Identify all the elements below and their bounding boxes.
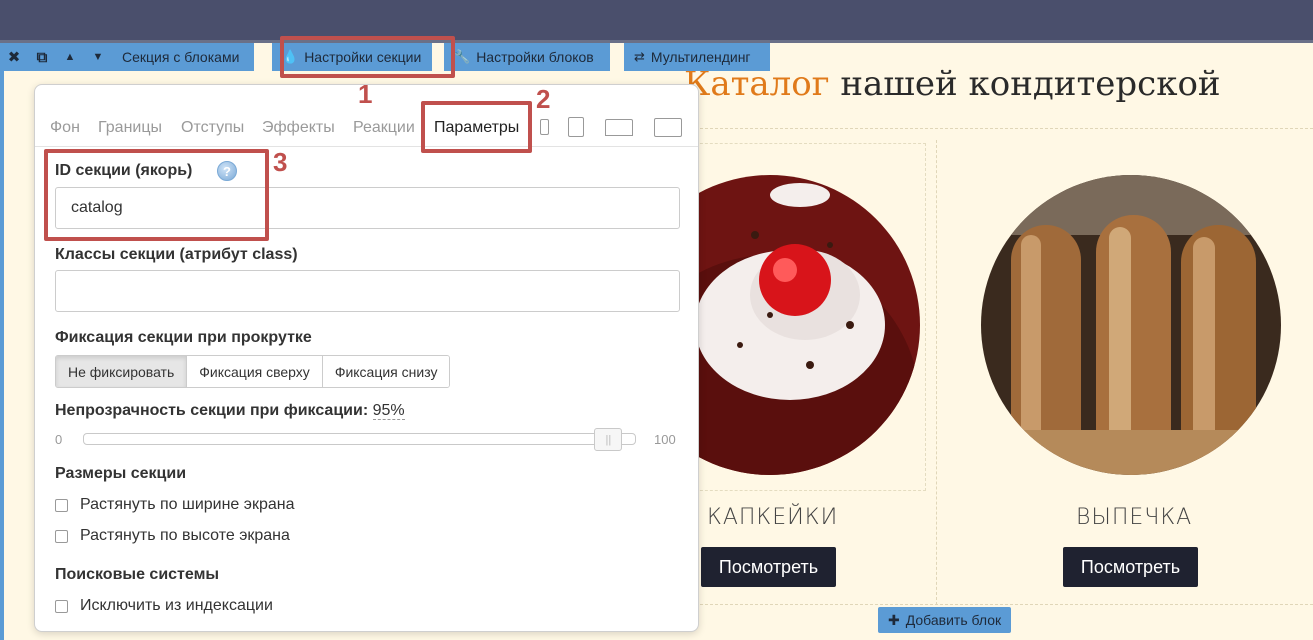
section-bottom-guide	[700, 604, 1313, 605]
bread-image	[981, 175, 1281, 475]
tablet-icon[interactable]	[568, 117, 584, 137]
move-down-icon[interactable]: ▼	[84, 43, 112, 71]
fixation-bottom-option[interactable]: Фиксация снизу	[322, 356, 450, 387]
section-classes-label: Классы секции (атрибут class)	[55, 246, 298, 263]
section-classes-input[interactable]	[55, 270, 680, 312]
toolbar-gap	[254, 43, 272, 71]
opacity-label: Непрозрачность секции при фиксации: 95%	[55, 402, 405, 420]
section-guide-line	[700, 128, 1313, 129]
exclude-index-label: Исключить из индексации	[80, 597, 273, 614]
search-engines-label: Поисковые системы	[55, 566, 220, 583]
multilanding-label: Мультилендинг	[650, 49, 751, 65]
blocks-settings-button[interactable]: 🔧 Настройки блоков	[444, 43, 610, 71]
annotation-number-1: 1	[358, 79, 373, 109]
plus-icon: ✚	[888, 611, 900, 628]
opacity-slider-track[interactable]	[83, 433, 636, 445]
tab-margins[interactable]: Отступы	[181, 119, 244, 137]
section-label-button[interactable]: Секция с блоками	[112, 43, 254, 71]
fixation-top-option[interactable]: Фиксация сверху	[187, 356, 323, 387]
view-pastry-button[interactable]: Посмотреть	[1063, 547, 1198, 587]
fixation-none-option[interactable]: Не фиксировать	[56, 356, 188, 387]
shuffle-icon: ⇄	[634, 49, 645, 64]
sizes-label: Размеры секции	[55, 465, 187, 482]
tab-background[interactable]: Фон	[50, 119, 80, 137]
wrench-icon: 🔧	[454, 49, 471, 64]
exclude-index-row[interactable]: Исключить из индексации	[55, 597, 273, 615]
phone-icon[interactable]	[540, 119, 549, 135]
tab-effects[interactable]: Эффекты	[262, 119, 335, 137]
highlight-section-id	[44, 149, 269, 241]
opacity-value: 95%	[372, 402, 405, 420]
opacity-label-text: Непрозрачность секции при фиксации:	[55, 402, 369, 419]
desktop-icon[interactable]	[654, 118, 682, 137]
highlight-parameters-tab	[421, 101, 532, 153]
slider-min: 0	[55, 432, 63, 447]
tab-reactions[interactable]: Реакции	[353, 119, 415, 137]
top-bar	[0, 0, 1313, 40]
opacity-slider-handle[interactable]: ||	[594, 428, 623, 451]
fixation-label: Фиксация секции при прокрутке	[55, 329, 312, 346]
close-icon[interactable]: ✖	[0, 43, 28, 71]
multilanding-button[interactable]: ⇄ Мультилендинг	[624, 43, 770, 71]
stretch-height-label: Растянуть по высоте экрана	[80, 527, 290, 544]
slider-max: 100	[654, 432, 676, 447]
stretch-width-label: Растянуть по ширине экрана	[80, 496, 295, 513]
exclude-index-checkbox[interactable]	[55, 599, 68, 613]
highlight-section-settings	[280, 36, 455, 78]
laptop-icon[interactable]	[605, 119, 633, 136]
fixation-selector: Не фиксировать Фиксация сверху Фиксация …	[55, 355, 451, 388]
card-title-cupcakes: КАПКЕЙКИ	[707, 505, 839, 530]
add-block-button[interactable]: ✚ Добавить блок	[878, 607, 1012, 633]
stretch-height-row[interactable]: Растянуть по высоте экрана	[55, 527, 290, 545]
section-label: Секция с блоками	[122, 49, 240, 65]
headline-rest: нашей кондитерской	[829, 64, 1221, 104]
move-up-icon[interactable]: ▲	[56, 43, 84, 71]
add-block-label: Добавить блок	[905, 612, 1002, 628]
blocks-settings-label: Настройки блоков	[476, 49, 594, 65]
copy-icon[interactable]: ⧉	[28, 43, 56, 71]
stretch-width-checkbox[interactable]	[55, 498, 68, 512]
card-title-pastry: ВЫПЕЧКА	[1076, 505, 1193, 530]
stretch-height-checkbox[interactable]	[55, 529, 68, 543]
annotation-number-2: 2	[536, 84, 551, 114]
tab-borders[interactable]: Границы	[98, 119, 162, 137]
view-cupcakes-button[interactable]: Посмотреть	[701, 547, 836, 587]
toolbar-gap	[610, 43, 624, 71]
section-edge-marker	[0, 43, 4, 640]
annotation-number-3: 3	[273, 147, 288, 177]
stretch-width-row[interactable]: Растянуть по ширине экрана	[55, 496, 294, 514]
column-guide-line	[936, 140, 937, 605]
